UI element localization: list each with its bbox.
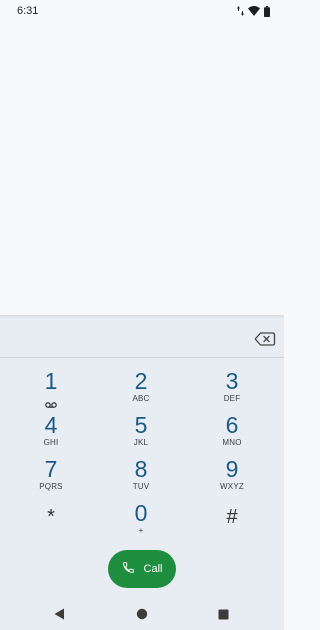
dialpad-key-5[interactable]: 5 JKL bbox=[101, 412, 181, 454]
backspace-icon bbox=[254, 332, 276, 351]
dialpad-key-pound[interactable]: # bbox=[192, 504, 272, 546]
key-letters: PQRS bbox=[39, 482, 63, 491]
backspace-button[interactable] bbox=[254, 331, 276, 347]
status-bar: 6:31 bbox=[0, 0, 284, 22]
wifi-icon bbox=[248, 6, 260, 16]
key-digit: 0 bbox=[134, 500, 148, 526]
dialpad-key-3[interactable]: 3 DEF bbox=[192, 368, 272, 410]
recents-button[interactable] bbox=[218, 607, 229, 625]
data-arrows-icon bbox=[237, 6, 244, 16]
phone-icon bbox=[122, 561, 135, 577]
dialpad-key-8[interactable]: 8 TUV bbox=[101, 456, 181, 498]
key-digit: 6 bbox=[225, 412, 239, 438]
call-button-label: Call bbox=[143, 563, 163, 575]
home-button[interactable] bbox=[136, 607, 148, 625]
key-digit: 3 bbox=[225, 368, 239, 394]
key-digit: 2 bbox=[134, 368, 148, 394]
digits-row bbox=[0, 320, 284, 358]
dialer-content-area bbox=[0, 22, 284, 316]
dialpad-key-2[interactable]: 2 ABC bbox=[101, 368, 181, 410]
key-digit: # bbox=[226, 506, 238, 528]
key-letters: JKL bbox=[133, 438, 149, 447]
dialpad-key-star[interactable]: * bbox=[11, 504, 91, 546]
back-triangle-icon bbox=[54, 607, 65, 624]
key-letters: GHI bbox=[43, 438, 59, 447]
battery-icon bbox=[264, 5, 270, 17]
key-letters: WXYZ bbox=[220, 482, 244, 491]
key-digit: 7 bbox=[44, 456, 58, 482]
key-digit: 4 bbox=[44, 412, 58, 438]
key-digit: 9 bbox=[225, 456, 239, 482]
voicemail-icon bbox=[45, 395, 57, 413]
key-digit: 5 bbox=[134, 412, 148, 438]
status-time: 6:31 bbox=[17, 5, 39, 17]
dialpad-key-6[interactable]: 6 MNO bbox=[192, 412, 272, 454]
recents-square-icon bbox=[218, 607, 229, 624]
call-button[interactable]: Call bbox=[108, 550, 176, 588]
back-button[interactable] bbox=[54, 607, 65, 625]
key-letters: + bbox=[138, 526, 144, 535]
home-circle-icon bbox=[136, 607, 148, 624]
status-icons bbox=[237, 5, 270, 17]
dialpad-key-7[interactable]: 7 PQRS bbox=[11, 456, 91, 498]
digits-input[interactable] bbox=[12, 329, 242, 349]
dialpad-key-4[interactable]: 4 GHI bbox=[11, 412, 91, 454]
dialpad-key-9[interactable]: 9 WXYZ bbox=[192, 456, 272, 498]
dialpad-key-1[interactable]: 1 bbox=[11, 368, 91, 410]
key-digit: * bbox=[47, 506, 55, 528]
key-digit: 1 bbox=[44, 368, 58, 394]
key-letters: MNO bbox=[222, 438, 242, 447]
dialpad-key-0[interactable]: 0 + bbox=[101, 500, 181, 542]
key-digit: 8 bbox=[134, 456, 148, 482]
key-letters: ABC bbox=[132, 394, 150, 403]
key-letters: DEF bbox=[223, 394, 241, 403]
key-letters: TUV bbox=[132, 482, 150, 491]
